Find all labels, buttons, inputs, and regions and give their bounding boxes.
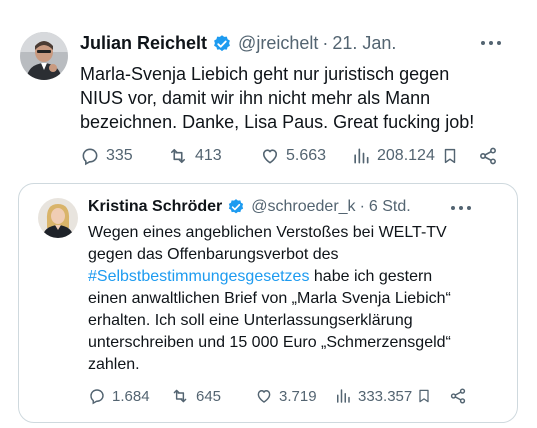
views-icon: [334, 387, 352, 405]
quoted-author-name[interactable]: Kristina Schröder: [88, 198, 222, 216]
reply-count: 335: [106, 147, 133, 164]
quoted-line: #Selbstbestimmungesgesetzes habe ich ges…: [88, 266, 451, 288]
views-icon: [351, 146, 371, 166]
quoted-line: einen anwaltlichen Brief von „Marla Sven…: [88, 290, 451, 307]
quoted-line: zahlen.: [88, 356, 140, 373]
verified-badge-icon: [227, 198, 245, 216]
repost-count: 413: [195, 147, 222, 164]
author-handle[interactable]: @jreichelt: [238, 33, 318, 54]
quoted-timestamp[interactable]: 6 Std.: [369, 198, 411, 216]
more-icon[interactable]: [481, 41, 501, 45]
tweet-line: NIUS vor, damit wir ihn nicht mehr als M…: [80, 88, 431, 108]
repost-icon: [170, 387, 190, 405]
repost-count: 645: [196, 387, 222, 405]
reply-icon: [88, 387, 106, 405]
like-icon: [255, 387, 273, 405]
like-icon: [260, 146, 280, 166]
reply-button[interactable]: 335: [80, 146, 133, 166]
reply-icon: [80, 146, 100, 166]
views-button[interactable]: 333.357: [334, 387, 412, 405]
quoted-header: Kristina Schröder @schroeder_k · 6 Std.: [88, 198, 411, 216]
quoted-avatar[interactable]: [38, 198, 78, 238]
quoted-more-icon[interactable]: [451, 206, 471, 210]
views-button[interactable]: 208.124: [351, 146, 435, 166]
bookmark-icon[interactable]: [441, 146, 459, 166]
tweet-container: Julian Reichelt @jreichelt · 21. Jan. Ma…: [0, 0, 537, 428]
reply-button[interactable]: 1.684: [88, 387, 150, 405]
share-icon[interactable]: [449, 387, 467, 405]
quoted-line: unterschreiben und 15 000 Euro „Schmerze…: [88, 334, 451, 351]
like-button[interactable]: 3.719: [255, 387, 317, 405]
views-count: 333.357: [358, 387, 413, 405]
like-count: 5.663: [286, 147, 327, 164]
views-count: 208.124: [377, 147, 435, 164]
separator-dot: ·: [322, 33, 329, 53]
quoted-line: gegen das Offenbarungsverbot des: [88, 246, 339, 263]
share-icon[interactable]: [478, 146, 498, 166]
like-count: 3.719: [279, 387, 317, 405]
hashtag-link[interactable]: #Selbstbestimmungesgesetzes: [88, 268, 309, 285]
quoted-line-rest: habe ich gestern: [309, 268, 433, 285]
author-name[interactable]: Julian Reichelt: [80, 33, 207, 54]
tweet-text: Marla-Svenja Liebich geht nur juristisch…: [80, 62, 474, 134]
quoted-text: Wegen eines angeblichen Verstoßes bei WE…: [88, 222, 451, 376]
quoted-line: erhalten. Ich soll eine Unterlassungserk…: [88, 312, 413, 329]
quoted-line: Wegen eines angeblichen Verstoßes bei WE…: [88, 224, 447, 241]
verified-badge-icon: [212, 34, 232, 54]
tweet-header: Julian Reichelt @jreichelt · 21. Jan.: [80, 33, 396, 54]
repost-button[interactable]: 413: [167, 146, 222, 166]
separator-dot: ·: [359, 198, 365, 215]
bookmark-icon[interactable]: [416, 387, 432, 405]
repost-icon: [167, 146, 189, 166]
tweet-line: Marla-Svenja Liebich geht nur juristisch…: [80, 64, 450, 84]
tweet-line: bezeichnen. Danke, Lisa Paus. Great fuck…: [80, 112, 475, 132]
repost-button[interactable]: 645: [170, 387, 221, 405]
quoted-author-handle[interactable]: @schroeder_k: [251, 198, 355, 216]
timestamp[interactable]: 21. Jan.: [332, 33, 396, 54]
like-button[interactable]: 5.663: [260, 146, 326, 166]
avatar[interactable]: [20, 32, 68, 80]
reply-count: 1.684: [112, 387, 150, 405]
